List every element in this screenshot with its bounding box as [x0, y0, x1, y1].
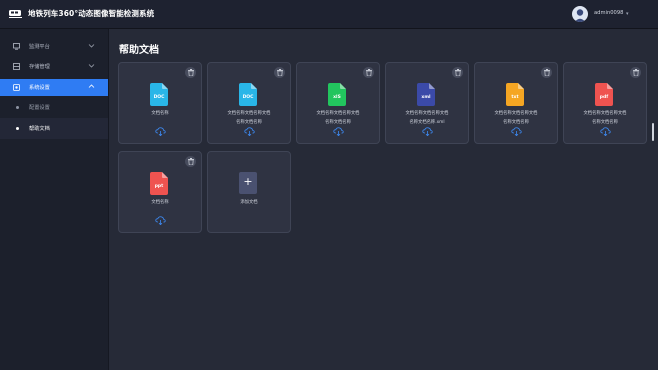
sidebar-subitem-help-docs[interactable]: 帮助文档: [0, 118, 108, 139]
user-avatar[interactable]: [572, 6, 588, 22]
download-cloud-icon[interactable]: [422, 127, 433, 136]
bullet-icon: [16, 106, 19, 109]
file-type-icon: xlS: [328, 83, 346, 106]
file-type-label: DOC: [154, 94, 166, 100]
document-name-line: 文档名称文档名称文档: [494, 111, 538, 116]
document-name: 文档名称: [121, 199, 199, 208]
trash-icon: [365, 69, 372, 76]
trash-icon: [454, 69, 461, 76]
sidebar-item-label: 存储管理: [29, 64, 50, 70]
document-name-line: 名称文档名称: [236, 119, 262, 125]
trash-icon: [543, 69, 550, 76]
document-name-line: 文档名称: [151, 200, 169, 205]
download-cloud-icon[interactable]: [511, 127, 522, 136]
user-menu-caret-icon[interactable]: ▾: [626, 11, 629, 17]
document-card[interactable]: pdf 文档名称文档名称文档 名称文档名称: [563, 62, 647, 144]
document-name-line: 文档名称: [151, 111, 169, 116]
document-name-line: 名称文档名称: [503, 119, 529, 125]
top-bar: 地铁列车360°动态图像智能检测系统 admin0098 ▾: [0, 0, 658, 29]
download-cloud-icon[interactable]: [155, 216, 166, 225]
document-card[interactable]: xml 文档名称文档名称文档 名称文档名称.xml: [385, 62, 469, 144]
document-name-line: 文档名称文档名称文档: [227, 111, 271, 116]
file-type-icon: ppt: [150, 172, 168, 195]
download-cloud-icon[interactable]: [244, 127, 255, 136]
sidebar: 监测平台 存储管理 系统设置 配置设置 帮助文档: [0, 29, 109, 370]
trash-icon: [632, 69, 639, 76]
document-card[interactable]: DOC 文档名称: [118, 62, 202, 144]
trash-icon: [187, 69, 194, 76]
document-name-line: 文档名称文档名称文档: [583, 111, 627, 116]
delete-button[interactable]: [630, 67, 641, 78]
monitor-icon: [13, 43, 20, 50]
document-name: 文档名称文档名称文档 名称文档名称.xml: [388, 110, 466, 127]
document-card[interactable]: ppt 文档名称: [118, 151, 202, 233]
delete-button[interactable]: [452, 67, 463, 78]
sidebar-subitem-label: 帮助文档: [29, 126, 50, 132]
chevron-up-icon: [88, 84, 95, 88]
file-type-label: xlS: [333, 94, 341, 100]
document-name: 文档名称文档名称文档 名称文档名称: [299, 110, 377, 127]
file-type-icon: DOC: [239, 83, 257, 106]
delete-button[interactable]: [185, 156, 196, 167]
page-title: 帮助文档: [119, 45, 159, 56]
file-type-label: DOC: [243, 94, 255, 100]
file-type-label: xml: [421, 94, 431, 100]
user-icon: [574, 9, 586, 22]
download-cloud-icon[interactable]: [155, 127, 166, 136]
document-name: 文档名称文档名称文档 名称文档名称: [477, 110, 555, 127]
add-document-label: 添加文档: [240, 200, 258, 205]
trash-icon: [276, 69, 283, 76]
file-type-icon: DOC: [150, 83, 168, 106]
add-icon: +: [239, 172, 257, 194]
document-name-line: 名称文档名称: [592, 119, 618, 125]
train-logo-icon: [9, 10, 22, 18]
download-cloud-icon[interactable]: [333, 127, 344, 136]
document-card[interactable]: DOC 文档名称文档名称文档 名称文档名称: [207, 62, 291, 144]
sidebar-subitem-label: 配置设置: [29, 105, 50, 111]
settings-icon: [13, 84, 20, 91]
file-type-label: txt: [511, 94, 519, 100]
file-type-label: ppt: [155, 183, 164, 189]
delete-button[interactable]: [363, 67, 374, 78]
sidebar-item-monitor-platform[interactable]: 监测平台: [0, 38, 108, 55]
document-name-line: 名称文档名称.xml: [409, 119, 445, 125]
sidebar-subitem-config-settings[interactable]: 配置设置: [0, 97, 108, 118]
trash-icon: [187, 158, 194, 165]
file-type-icon: txt: [506, 83, 524, 106]
file-type-label: pdf: [600, 94, 608, 100]
delete-button[interactable]: [541, 67, 552, 78]
document-name-line: 名称文档名称: [325, 119, 351, 125]
app-title: 地铁列车360°动态图像智能检测系统: [28, 9, 155, 18]
plus-symbol: +: [243, 175, 253, 188]
file-type-icon: pdf: [595, 83, 613, 106]
file-type-icon: xml: [417, 83, 435, 106]
download-cloud-icon[interactable]: [600, 127, 611, 136]
chevron-down-icon: [88, 44, 95, 48]
sidebar-item-label: 监测平台: [29, 44, 50, 50]
document-name-line: 文档名称文档名称文档: [316, 111, 360, 116]
document-card[interactable]: txt 文档名称文档名称文档 名称文档名称: [474, 62, 558, 144]
bullet-icon: [16, 127, 19, 130]
document-name: 文档名称文档名称文档 名称文档名称: [566, 110, 644, 127]
document-card[interactable]: xlS 文档名称文档名称文档 名称文档名称: [296, 62, 380, 144]
delete-button[interactable]: [274, 67, 285, 78]
sidebar-item-label: 系统设置: [29, 85, 50, 91]
sidebar-item-storage-management[interactable]: 存储管理: [0, 58, 108, 75]
storage-icon: [13, 63, 20, 70]
document-name-line: 文档名称文档名称文档: [405, 111, 449, 116]
delete-button[interactable]: [185, 67, 196, 78]
document-name: 文档名称文档名称文档 名称文档名称: [210, 110, 288, 127]
document-name: 文档名称: [121, 110, 199, 119]
add-document-card[interactable]: + 添加文档: [207, 151, 291, 233]
sidebar-item-system-settings[interactable]: 系统设置: [0, 79, 108, 96]
username[interactable]: admin0098: [594, 10, 623, 16]
scrollbar-thumb[interactable]: [652, 123, 654, 141]
chevron-down-icon: [88, 64, 95, 68]
